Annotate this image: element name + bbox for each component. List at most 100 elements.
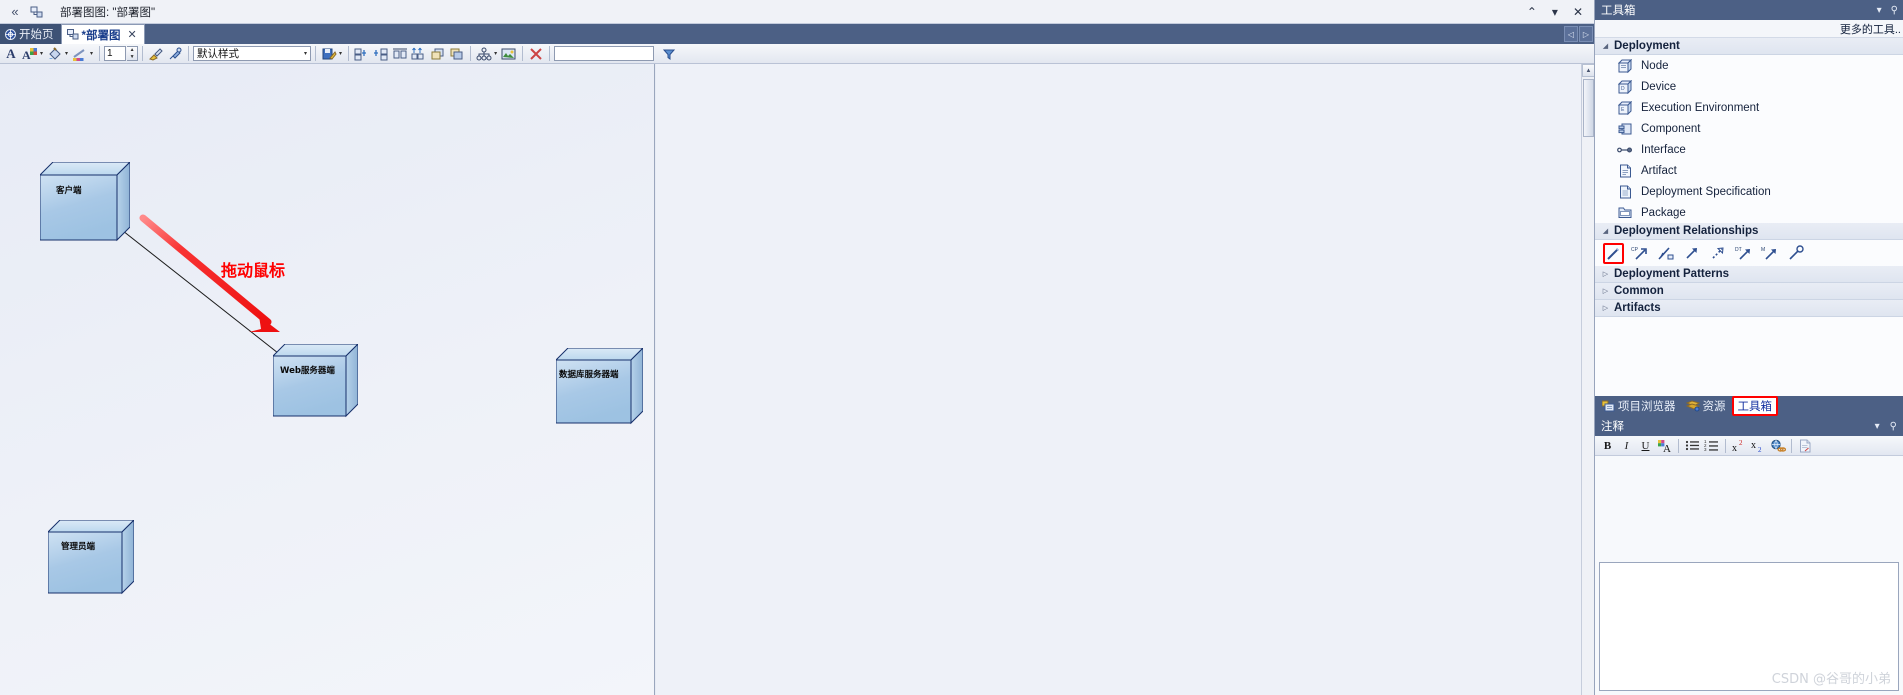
italic-button[interactable]: I	[1618, 437, 1635, 454]
save-style-caret-icon[interactable]: ▾	[339, 50, 344, 57]
association-line-icon[interactable]	[1603, 242, 1624, 264]
double-chevron-left-icon[interactable]: «	[0, 5, 26, 18]
bullet-list-button[interactable]	[1684, 437, 1701, 454]
canvas-offpage-area[interactable]	[656, 64, 1594, 695]
deployment-target-icon[interactable]: DT	[1733, 243, 1754, 264]
canvas-vertical-scrollbar[interactable]: ▲	[1581, 64, 1594, 695]
superscript-button[interactable]: x 2	[1731, 437, 1748, 454]
toolbox-group-deployment-patterns[interactable]: ▷ Deployment Patterns	[1595, 266, 1903, 283]
document-title: 部署图图: "部署图"	[60, 6, 156, 19]
send-to-back-icon[interactable]	[448, 45, 466, 63]
line-width-stepper[interactable]: ▲ ▼	[127, 46, 139, 61]
toolbox-item-component[interactable]: Component	[1595, 118, 1903, 139]
tab-start-page-label: 开始页	[19, 29, 54, 41]
font-color-button[interactable]: A	[1656, 437, 1673, 454]
toolbox-title-label: 工具箱	[1601, 5, 1636, 17]
filter-icon[interactable]	[660, 45, 678, 63]
tab-start-page[interactable]: 开始页	[0, 24, 61, 44]
node-database-server[interactable]: 数据库服务器端	[556, 348, 643, 436]
toolbox-item-package[interactable]: Package	[1595, 202, 1903, 223]
eyedropper-icon[interactable]	[166, 45, 184, 63]
close-document-button[interactable]: ✕	[1570, 4, 1586, 20]
auto-layout-icon[interactable]	[475, 45, 493, 63]
align-left-icon[interactable]	[353, 45, 371, 63]
more-tools-link[interactable]: 更多的工具..	[1595, 20, 1903, 38]
search-input[interactable]	[554, 46, 655, 61]
tab-project-browser[interactable]: 项目浏览器	[1598, 397, 1680, 415]
bring-to-front-icon[interactable]	[429, 45, 447, 63]
collapse-triangle-icon[interactable]: ▷	[1601, 287, 1610, 295]
toolbox-item-artifact[interactable]: Artifact	[1595, 160, 1903, 181]
tab-nav-buttons: ◁ ▷	[1564, 24, 1594, 44]
fill-color-icon[interactable]	[46, 45, 64, 63]
subscript-button[interactable]: x 2	[1750, 437, 1767, 454]
style-combo[interactable]: 默认样式 ▾	[193, 46, 312, 61]
manifest-icon[interactable]: M	[1759, 243, 1780, 264]
toolbox-dropdown-button[interactable]: ▾	[1877, 5, 1882, 16]
font-icon[interactable]: A	[2, 45, 20, 63]
node-web-server[interactable]: Web服务器端	[273, 344, 358, 429]
auto-layout-caret-icon[interactable]: ▾	[494, 50, 499, 57]
toolbox-body: ◢ Deployment Node D Device E Execution E…	[1595, 38, 1903, 396]
fill-color-caret-icon[interactable]: ▾	[65, 50, 70, 57]
diagram-canvas[interactable]: 拖动鼠标 客户端 Web服务器端 数据库服务器端 管理员端 ▲	[0, 64, 1594, 695]
bold-button[interactable]: B	[1599, 437, 1616, 454]
line-width-input[interactable]: 1	[104, 46, 127, 61]
numbered-list-button[interactable]: 1 2 3	[1703, 437, 1720, 454]
toolbox-item-device[interactable]: D Device	[1595, 76, 1903, 97]
collapse-triangle-icon[interactable]: ▷	[1601, 270, 1610, 278]
tab-next-button[interactable]: ▷	[1579, 26, 1593, 42]
image-icon[interactable]	[500, 45, 518, 63]
chevron-down-icon[interactable]: ▾	[304, 50, 310, 57]
format-painter-icon[interactable]	[147, 45, 165, 63]
tab-prev-button[interactable]: ◁	[1564, 26, 1578, 42]
toolbox-item-deployment-specification[interactable]: Deployment Specification	[1595, 181, 1903, 202]
collapse-triangle-icon[interactable]: ▷	[1601, 304, 1610, 312]
stepper-down-icon[interactable]: ▼	[127, 54, 137, 61]
dependency-arrow-icon[interactable]	[1681, 243, 1702, 264]
header-dropdown-button[interactable]: ▾	[1549, 4, 1561, 20]
toolbox-pin-button[interactable]: ⚲	[1891, 5, 1898, 16]
align-right-icon[interactable]	[372, 45, 390, 63]
toolbox-item-label: Interface	[1641, 143, 1686, 156]
assembly-icon[interactable]	[1655, 243, 1676, 264]
toolbox-item-interface[interactable]: Interface	[1595, 139, 1903, 160]
communication-path-icon[interactable]: CP	[1629, 243, 1650, 264]
toolbar-separator	[142, 46, 144, 61]
toolbox-group-deployment-relationships[interactable]: ◢ Deployment Relationships	[1595, 223, 1903, 240]
deploy-dotted-icon[interactable]	[1707, 243, 1728, 264]
toolbox-group-deployment[interactable]: ◢ Deployment	[1595, 38, 1903, 55]
svg-text:M: M	[1761, 247, 1765, 253]
distribute-icon[interactable]	[410, 45, 428, 63]
font-style-icon[interactable]: A	[21, 45, 39, 63]
hyperlink-button[interactable]	[1769, 437, 1786, 454]
tab-deployment-diagram[interactable]: *部署图 ✕	[60, 24, 145, 44]
toolbox-group-artifacts[interactable]: ▷ Artifacts	[1595, 300, 1903, 317]
notes-pin-button[interactable]: ⚲	[1890, 421, 1897, 432]
trace-icon[interactable]	[1785, 243, 1806, 264]
tab-toolbox[interactable]: 工具箱	[1731, 396, 1778, 416]
tab-deployment-diagram-label: *部署图	[81, 29, 121, 42]
delete-button[interactable]	[527, 45, 545, 63]
align-top-icon[interactable]	[391, 45, 409, 63]
toolbox-item-node[interactable]: Node	[1595, 55, 1903, 76]
underline-button[interactable]: U	[1637, 437, 1654, 454]
collapse-ribbon-button[interactable]: ⌃	[1524, 4, 1540, 20]
scrollbar-thumb[interactable]	[1583, 79, 1594, 137]
expand-triangle-icon[interactable]: ◢	[1601, 227, 1610, 235]
tab-close-icon[interactable]: ✕	[127, 28, 136, 41]
insert-document-button[interactable]	[1797, 437, 1814, 454]
tab-resources[interactable]: 资源	[1682, 397, 1730, 415]
node-admin[interactable]: 管理员端	[48, 520, 134, 606]
svg-text:DT: DT	[1735, 247, 1742, 253]
notes-dropdown-button[interactable]: ▾	[1875, 421, 1880, 432]
toolbox-group-common[interactable]: ▷ Common	[1595, 283, 1903, 300]
expand-triangle-icon[interactable]: ◢	[1601, 42, 1610, 50]
scroll-up-button[interactable]: ▲	[1582, 64, 1594, 77]
toolbox-item-execution-environment[interactable]: E Execution Environment	[1595, 97, 1903, 118]
font-style-caret-icon[interactable]: ▾	[40, 50, 45, 57]
line-color-caret-icon[interactable]: ▾	[90, 50, 95, 57]
node-client[interactable]: 客户端	[40, 162, 130, 254]
save-style-icon[interactable]	[320, 45, 338, 63]
line-color-icon[interactable]	[71, 45, 89, 63]
